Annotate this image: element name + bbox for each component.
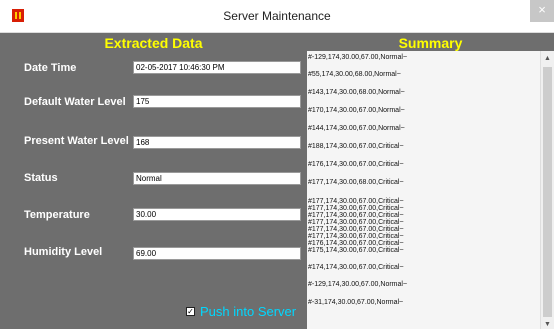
summary-line: #-31,174,30.00,67.00,Normal~ — [308, 299, 404, 306]
summary-line: #177,174,30.00,68.00,Critical~ — [308, 179, 404, 186]
humidity-level-label: Humidity Level — [24, 246, 103, 258]
summary-scrollbar[interactable]: ▲ ▼ — [540, 51, 554, 329]
close-icon: × — [538, 2, 546, 17]
summary-line: #170,174,30.00,67.00,Normal~ — [308, 107, 405, 114]
summary-line: #-129,174,30.00,67.00,Normal~ — [308, 54, 408, 61]
summary-line: #144,174,30.00,67.00,Normal~ — [308, 125, 405, 132]
default-water-level-field[interactable]: 175 — [133, 95, 301, 108]
chevron-up-icon[interactable]: ▲ — [544, 55, 551, 62]
temperature-field[interactable]: 30.00 — [133, 208, 301, 221]
summary-textbox[interactable]: #-129,174,30.00,67.00,Normal~ #55,174,30… — [307, 51, 540, 329]
summary-line: #174,174,30.00,67.00,Critical~ — [308, 264, 404, 271]
summary-line: #188,174,30.00,67.00,Critical~ — [308, 143, 404, 150]
present-water-level-label: Present Water Level — [24, 135, 129, 147]
temperature-label: Temperature — [24, 209, 90, 221]
extracted-data-heading: Extracted Data — [104, 35, 203, 51]
check-icon[interactable]: ✓ — [186, 307, 195, 316]
datetime-label: Date Time — [24, 62, 77, 74]
humidity-level-field[interactable]: 69.00 — [133, 247, 301, 260]
datetime-field[interactable]: 02-05-2017 10:46:30 PM — [133, 61, 301, 74]
summary-line: #-129,174,30.00,67.00,Normal~ — [308, 281, 408, 288]
window-title: Server Maintenance — [223, 9, 331, 23]
scrollbar-thumb[interactable] — [543, 67, 552, 317]
title-bar: Server Maintenance × — [0, 0, 554, 33]
default-water-level-label: Default Water Level — [24, 96, 126, 108]
status-field[interactable]: Normal — [133, 172, 301, 185]
extracted-data-panel: Extracted Data Date Time 02-05-2017 10:4… — [0, 33, 307, 329]
close-button[interactable]: × — [530, 0, 554, 22]
summary-line: #55,174,30.00,68.00,Normal~ — [308, 71, 401, 78]
status-label: Status — [24, 172, 58, 184]
push-into-server-label[interactable]: Push into Server — [200, 304, 296, 319]
summary-line: #176,174,30.00,67.00,Critical~ — [308, 161, 404, 168]
summary-line: #143,174,30.00,68.00,Normal~ — [308, 89, 405, 96]
summary-panel: Summary #-129,174,30.00,67.00,Normal~ #5… — [307, 33, 554, 329]
chevron-down-icon[interactable]: ▼ — [544, 321, 551, 328]
present-water-level-field[interactable]: 168 — [133, 136, 301, 149]
summary-line: #175,174,30.00,67.00,Critical~ — [308, 247, 404, 254]
summary-heading: Summary — [398, 35, 463, 51]
